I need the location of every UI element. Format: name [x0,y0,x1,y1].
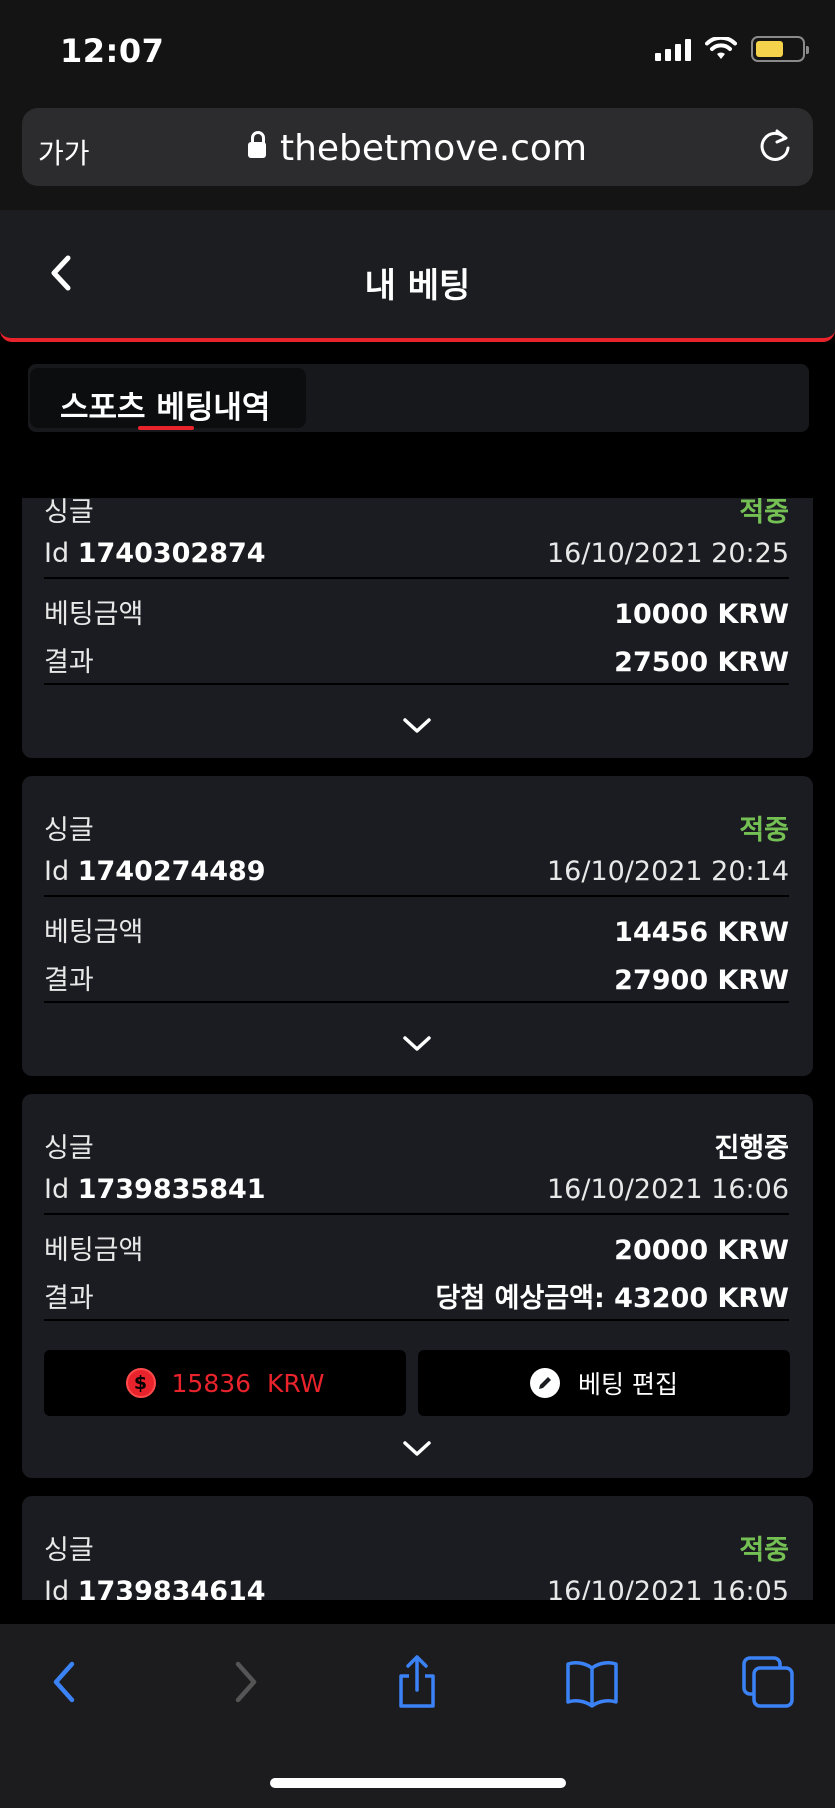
stake-amount: 10000 KRW [614,599,789,630]
bet-list[interactable]: 싱글 적중 Id 1740302874 16/10/2021 20:25 베팅금… [0,498,835,1600]
result-amount: 27900 KRW [614,965,789,996]
home-indicator[interactable] [270,1778,566,1788]
divider [44,683,789,685]
wifi-icon [705,37,737,59]
battery-icon [751,36,809,62]
bet-type: 싱글 [44,1535,94,1566]
divider [44,1001,789,1003]
bet-status: 적중 [739,1535,789,1566]
bet-datetime: 16/10/2021 16:05 [546,1576,789,1600]
cellular-signal-icon [655,37,691,61]
browser-address-area: 가가 thebetmove.com [0,100,835,210]
stake-amount: 14456 KRW [614,917,789,948]
stake-label: 베팅금액 [44,917,144,948]
bookmarks-icon[interactable] [562,1652,622,1712]
bet-id-label: Id [44,1174,70,1205]
result-label: 결과 [44,965,94,996]
divider [44,1213,789,1215]
tab-active-indicator [138,426,194,430]
app-header: 내 베팅 [0,210,835,342]
bet-id-label: Id [44,538,70,569]
stake-amount: 20000 KRW [614,1235,789,1266]
page-title: 내 베팅 [364,266,471,306]
bet-id-number: 1740274489 [77,856,266,887]
bet-datetime: 16/10/2021 16:06 [546,1174,789,1205]
share-icon[interactable] [387,1652,447,1712]
bet-status: 적중 [739,815,789,846]
bet-id: Id 1740274489 [44,856,266,887]
bet-id: Id 1739834614 [44,1576,266,1600]
bet-card: 싱글 적중 Id 1739834614 16/10/2021 16:05 [22,1496,813,1600]
browser-forward-icon[interactable] [214,1652,274,1712]
result-label: 결과 [44,647,94,678]
status-icons [655,36,809,62]
result-label: 결과 [44,1283,94,1314]
url-display[interactable]: thebetmove.com [22,128,813,169]
bet-datetime: 16/10/2021 20:25 [546,538,789,569]
bet-id-number: 1740302874 [77,538,266,569]
bet-card: 싱글 진행중 Id 1739835841 16/10/2021 16:06 베팅… [22,1094,813,1478]
potential-win-amount: 당첨 예상금액: 43200 KRW [435,1283,789,1314]
pencil-icon [530,1368,561,1398]
address-bar[interactable]: 가가 thebetmove.com [22,108,813,186]
bet-type: 싱글 [44,815,94,846]
bet-card: 싱글 적중 Id 1740302874 16/10/2021 20:25 베팅금… [22,498,813,758]
bet-type: 싱글 [44,498,94,528]
status-time: 12:07 [60,32,165,70]
chevron-down-icon[interactable] [402,1440,432,1458]
divider [44,895,789,897]
stake-label: 베팅금액 [44,1235,144,1266]
bet-id: Id 1740302874 [44,538,266,569]
cashout-button[interactable]: $ 15836 KRW [44,1350,406,1416]
bet-id-label: Id [44,1576,70,1600]
tab-sports-bet-history[interactable]: 스포츠 베팅내역 [30,368,306,430]
bet-history-tabs: 스포츠 베팅내역 [28,364,809,432]
lock-icon [247,131,266,158]
edit-bet-label: 베팅 편집 [578,1370,678,1399]
bet-id-label: Id [44,856,70,887]
bet-id-number: 1739835841 [77,1174,266,1205]
url-text: thebetmove.com [279,128,588,169]
divider [44,1319,789,1321]
stake-label: 베팅금액 [44,599,144,630]
divider [44,577,789,579]
bet-id-number: 1739834614 [77,1576,266,1600]
bet-status: 적중 [739,498,789,528]
edit-bet-button[interactable]: 베팅 편집 [418,1350,790,1416]
chevron-down-icon[interactable] [402,717,432,735]
cashout-amount: 15836 [171,1368,252,1398]
bet-type: 싱글 [44,1133,94,1164]
status-bar: 12:07 [0,0,835,100]
bet-card: 싱글 적중 Id 1740274489 16/10/2021 20:14 베팅금… [22,776,813,1076]
tab-label: 스포츠 베팅내역 [60,390,271,426]
bet-datetime: 16/10/2021 20:14 [546,856,789,887]
tabs-icon[interactable] [738,1652,798,1712]
dollar-coin-icon: $ [125,1368,156,1398]
bet-id: Id 1739835841 [44,1174,266,1205]
result-amount: 27500 KRW [614,647,789,678]
reload-icon[interactable] [755,126,795,166]
browser-back-icon[interactable] [36,1652,96,1712]
bet-status: 진행중 [714,1133,789,1164]
cashout-currency: KRW [266,1368,325,1398]
chevron-down-icon[interactable] [402,1035,432,1053]
